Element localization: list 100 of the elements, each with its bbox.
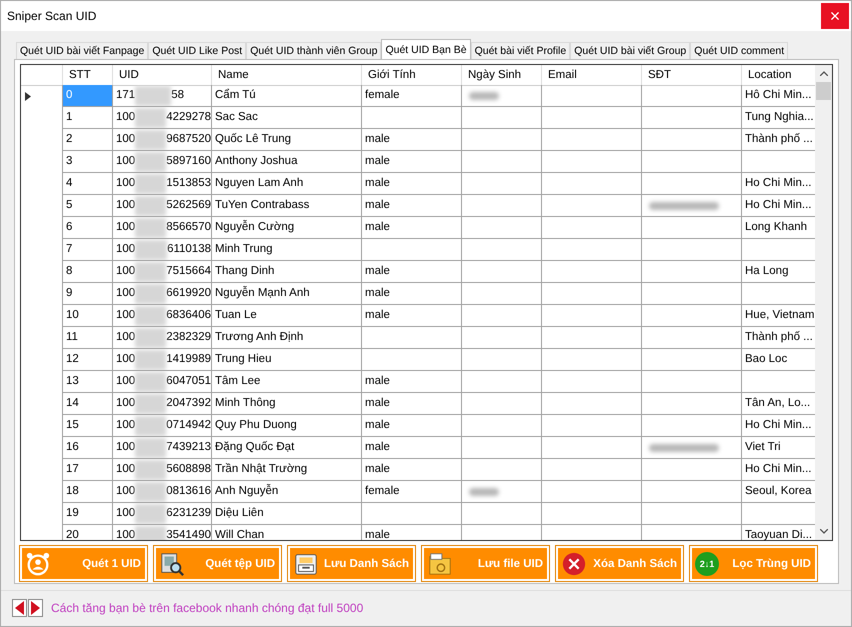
delete-icon — [561, 550, 587, 576]
blurred-text — [469, 488, 499, 496]
table-cell: 9 — [63, 283, 113, 305]
table-cell: 14 — [63, 393, 113, 415]
uid-cell: 100 5608898 — [113, 459, 212, 481]
uid-cell: 100 2047392 — [113, 393, 212, 415]
table-cell: 4 — [63, 173, 113, 195]
table-cell: male — [362, 151, 462, 173]
chevron-down-icon — [820, 529, 828, 534]
table-cell: 8 — [63, 261, 113, 283]
table-cell: 2 — [63, 129, 113, 151]
table-cell: 17 — [63, 459, 113, 481]
table-cell: male — [362, 459, 462, 481]
uid-cell: 100 0813616 — [113, 481, 212, 503]
table-cell: Diệu Liên — [212, 503, 362, 525]
tab[interactable]: Quét UID bài viết Group — [570, 42, 690, 59]
table-cell: 15 — [63, 415, 113, 437]
table-cell: Nguyen Lam Anh — [212, 173, 362, 195]
uid-cell: 100 6231239 — [113, 503, 212, 525]
table-cell: Thang Dinh — [212, 261, 362, 283]
uid-cell: 171 58 — [113, 85, 212, 107]
table-cell: Tâm Lee — [212, 371, 362, 393]
tab[interactable]: Quét UID thành viên Group — [246, 42, 382, 59]
column-header[interactable]: SĐT — [642, 65, 742, 86]
sort-badge: 2↓1 — [695, 552, 719, 576]
uid-cell: 100 5262569 — [113, 195, 212, 217]
table-cell: 3 — [63, 151, 113, 173]
table-cell: TuYen Contrabass — [212, 195, 362, 217]
uid-cell: 100 6619920 — [113, 283, 212, 305]
table-cell: Nguyễn Mạnh Anh — [212, 283, 362, 305]
table-cell: Tuan Le — [212, 305, 362, 327]
tab[interactable]: Quét UID Like Post — [148, 42, 246, 59]
table-cell: male — [362, 283, 462, 305]
table-cell: Sac Sac — [212, 107, 362, 129]
uid-cell: 100 7439213 — [113, 437, 212, 459]
table-cell: male — [362, 415, 462, 437]
current-row-icon — [25, 92, 31, 100]
table-cell: 10 — [63, 305, 113, 327]
uid-cell: 100 8566570 — [113, 217, 212, 239]
table-cell: male — [362, 305, 462, 327]
table-cell: Minh Trung — [212, 239, 362, 261]
previous-button[interactable] — [12, 599, 27, 617]
table-cell: Nguyễn Cường — [212, 217, 362, 239]
tab[interactable]: Quét bài viết Profile — [470, 42, 570, 59]
table-cell: female — [362, 481, 462, 503]
table-cell: male — [362, 437, 462, 459]
uid-cell: 100 0714942 — [113, 415, 212, 437]
table-cell: male — [362, 393, 462, 415]
table-cell: 12 — [63, 349, 113, 371]
table-cell: 11 — [63, 327, 113, 349]
table-cell: Trần Nhật Trường — [212, 459, 362, 481]
file-icon — [427, 550, 453, 576]
column-header[interactable]: Email — [542, 65, 642, 86]
table-cell: male — [362, 217, 462, 239]
table-cell: 6 — [63, 217, 113, 239]
table-cell: Minh Thông — [212, 393, 362, 415]
uid-cell: 100 4229278 — [113, 107, 212, 129]
table-cell: male — [362, 261, 462, 283]
table-cell: Anthony Joshua — [212, 151, 362, 173]
tab[interactable]: Quét UID Bạn Bè — [381, 39, 471, 59]
table-cell: Trương Anh Định — [212, 327, 362, 349]
chevron-up-icon — [820, 71, 828, 76]
uid-cell: 100 6047051 — [113, 371, 212, 393]
table-cell: 18 — [63, 481, 113, 503]
next-button[interactable] — [28, 599, 43, 617]
column-header[interactable]: Giới Tính — [362, 65, 462, 86]
scrollbar-thumb[interactable] — [816, 82, 831, 100]
table-cell: 5 — [63, 195, 113, 217]
table-cell: 19 — [63, 503, 113, 525]
tab[interactable]: Quét UID bài viết Fanpage — [16, 42, 148, 59]
column-header[interactable]: Name — [212, 65, 362, 86]
uid-cell: 100 7515664 — [113, 261, 212, 283]
uid-cell: 100 1419989 — [113, 349, 212, 371]
uid-cell: 100 6836406 — [113, 305, 212, 327]
right-arrow-icon — [31, 601, 40, 615]
tab[interactable]: Quét UID comment — [690, 42, 788, 59]
uid-cell: 100 6110138 — [113, 239, 212, 261]
window-title: Sniper Scan UID — [7, 9, 96, 23]
news-link[interactable]: Cách tăng bạn bè trên facebook nhanh chóng đạt full 5000 — [51, 601, 364, 615]
uid-cell: 100 9687520 — [113, 129, 212, 151]
column-header[interactable]: Ngày Sinh — [462, 65, 542, 86]
table-cell: Anh Nguyễn — [212, 481, 362, 503]
left-arrow-icon — [15, 601, 24, 615]
table-cell: male — [362, 195, 462, 217]
table-cell: female — [362, 85, 462, 107]
close-button[interactable]: × — [821, 3, 849, 29]
uid-cell: 100 1513853 — [113, 173, 212, 195]
table-cell: 16 — [63, 437, 113, 459]
action-button[interactable]: 2↓1 Lọc Trùng UID — [690, 546, 817, 581]
table-cell: 0 — [63, 85, 113, 107]
blurred-text — [649, 444, 719, 452]
uid-cell: 100 2382329 — [113, 327, 212, 349]
uid-cell: 100 5897160 — [113, 151, 212, 173]
table-cell: Quy Phu Duong — [212, 415, 362, 437]
table-cell: 13 — [63, 371, 113, 393]
column-header[interactable]: UID — [113, 65, 212, 86]
blurred-text — [649, 202, 719, 210]
scrollbar[interactable] — [815, 65, 832, 540]
alarm-person-icon — [25, 550, 51, 576]
document-magnifier-icon — [159, 550, 185, 576]
